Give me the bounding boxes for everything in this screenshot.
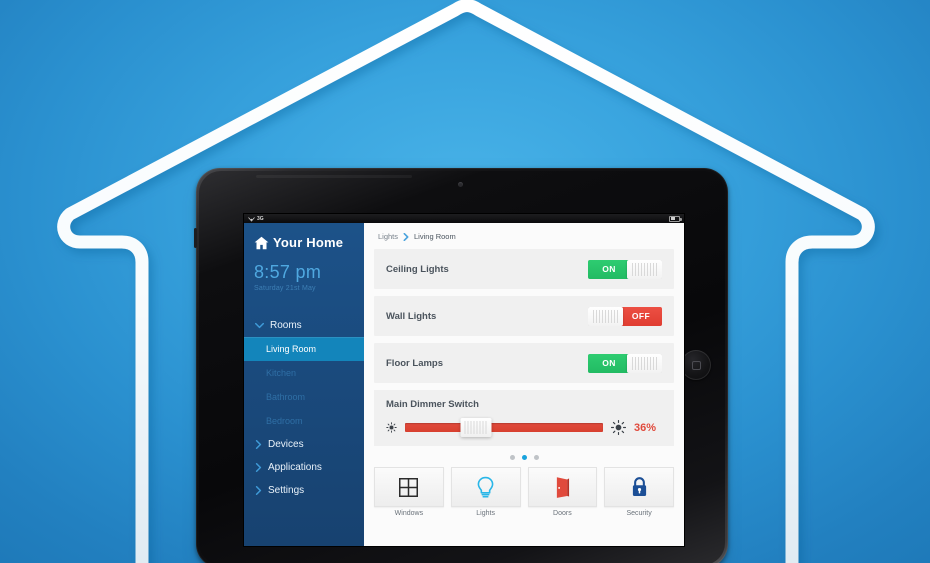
toggle-handle[interactable] (588, 306, 623, 326)
toggle-ceiling-lights[interactable]: ON (588, 259, 662, 279)
dimmer-title: Main Dimmer Switch (386, 399, 479, 410)
breadcrumb: Lights Living Room (364, 223, 684, 249)
toggle-handle[interactable] (627, 353, 662, 373)
pagination-dot[interactable] (509, 455, 515, 460)
toggle-floor-lamps[interactable]: ON (588, 353, 662, 373)
chevron-down-icon (255, 322, 264, 329)
dimmer-knob[interactable] (460, 418, 492, 437)
chevron-right-icon (255, 440, 262, 449)
toggle-wall-lights[interactable]: OFF (588, 306, 662, 326)
pagination-dot[interactable] (533, 455, 539, 460)
sidebar-group-settings[interactable]: Settings (244, 479, 364, 502)
main-content: Lights Living Room Ceiling Lights ON Wal… (364, 223, 684, 546)
sidebar-group-label: Applications (268, 462, 322, 473)
tile-windows[interactable]: Windows (374, 467, 444, 517)
tablet-screen: 3G Your Home 8:57 pm Saturday 21st May R… (244, 214, 684, 546)
clock: 8:57 pm Saturday 21st May (244, 250, 364, 292)
quick-tiles: Windows Lights Doors Security (364, 467, 684, 517)
toggle-state-label: ON (588, 259, 630, 279)
toggle-state-label: ON (588, 353, 630, 373)
battery-icon (669, 215, 682, 222)
sidebar-item-bathroom[interactable]: Bathroom (244, 385, 364, 409)
tile-icon-box[interactable] (450, 467, 521, 507)
camera-icon (458, 182, 463, 187)
home-button[interactable] (681, 350, 711, 380)
dimmer-track[interactable] (405, 418, 603, 437)
lightbulb-icon (477, 476, 494, 498)
sidebar-nav: Rooms Living Room Kitchen Bathroom Bedro… (244, 314, 364, 502)
clock-date: Saturday 21st May (254, 285, 316, 292)
tile-doors[interactable]: Doors (527, 467, 598, 517)
volume-button[interactable] (194, 228, 197, 248)
control-row-floor-lamps: Floor Lamps ON (374, 343, 674, 383)
house-icon (254, 236, 269, 249)
sidebar-item-living-room[interactable]: Living Room (244, 337, 364, 361)
control-row-wall-lights: Wall Lights OFF (374, 296, 674, 336)
control-label: Ceiling Lights (386, 263, 449, 275)
tile-security[interactable]: Security (604, 467, 674, 517)
dimmer-card: Main Dimmer Switch 36% (374, 390, 674, 446)
wifi-icon (248, 216, 255, 222)
tile-label: Lights (476, 510, 495, 517)
padlock-icon (632, 477, 646, 496)
sidebar-item-bedroom[interactable]: Bedroom (244, 409, 364, 433)
clock-time: 8:57 pm (254, 262, 322, 282)
sidebar-group-rooms[interactable]: Rooms (244, 314, 364, 337)
chevron-right-icon (255, 486, 262, 495)
control-label: Floor Lamps (386, 357, 444, 369)
sun-small-icon (386, 422, 397, 433)
door-icon (556, 476, 569, 498)
tile-icon-box[interactable] (374, 467, 444, 507)
sun-large-icon (611, 420, 626, 435)
sidebar-group-label: Settings (268, 485, 305, 496)
tile-label: Windows (394, 510, 424, 517)
sidebar-group-label: Devices (268, 439, 304, 450)
dimmer-value: 36% (634, 421, 657, 434)
tile-icon-box[interactable] (527, 467, 598, 507)
brand: Your Home (244, 223, 364, 250)
chevron-right-icon (403, 232, 409, 241)
tablet-device: 3G Your Home 8:57 pm Saturday 21st May R… (194, 168, 728, 563)
pagination-dot-active[interactable] (521, 455, 527, 460)
tile-label: Security (626, 510, 652, 517)
breadcrumb-root[interactable]: Lights (378, 232, 398, 241)
chevron-right-icon (255, 463, 262, 472)
control-label: Wall Lights (386, 310, 437, 322)
sidebar-group-applications[interactable]: Applications (244, 456, 364, 479)
sidebar-group-label: Rooms (270, 320, 302, 331)
breadcrumb-current: Living Room (414, 232, 456, 241)
tablet-body: 3G Your Home 8:57 pm Saturday 21st May R… (194, 168, 728, 563)
tile-label: Doors (553, 510, 572, 517)
window-grid-icon (399, 477, 419, 497)
sidebar-item-kitchen[interactable]: Kitchen (244, 361, 364, 385)
toggle-handle[interactable] (627, 259, 662, 279)
tablet-speaker-slot (256, 175, 412, 178)
network-label: 3G (257, 215, 264, 222)
brand-title: Your Home (273, 235, 344, 250)
tile-icon-box[interactable] (604, 467, 674, 507)
status-bar: 3G (244, 214, 684, 223)
app-root: Your Home 8:57 pm Saturday 21st May Room… (244, 223, 684, 546)
tile-lights[interactable]: Lights (450, 467, 521, 517)
sidebar: Your Home 8:57 pm Saturday 21st May Room… (244, 223, 364, 546)
control-row-ceiling-lights: Ceiling Lights ON (374, 249, 674, 289)
pagination (364, 446, 684, 467)
toggle-state-label: OFF (620, 306, 662, 326)
dimmer-slider-row: 36% (386, 418, 662, 437)
sidebar-group-devices[interactable]: Devices (244, 433, 364, 456)
